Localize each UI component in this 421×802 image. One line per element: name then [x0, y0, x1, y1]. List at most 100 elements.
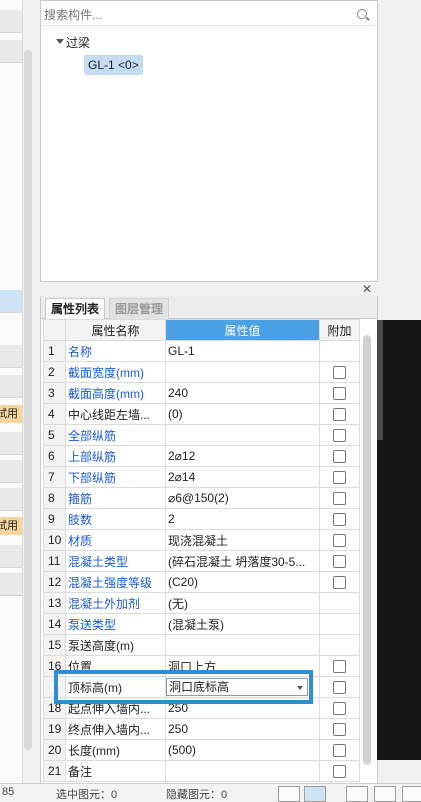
table-row[interactable]: 15 泵送高度(m): [43, 634, 360, 656]
properties-scrollbar[interactable]: [363, 335, 371, 765]
tree-root-lintel[interactable]: 过梁: [66, 34, 90, 51]
left-button-9[interactable]: [0, 573, 22, 596]
table-row[interactable]: 9 肢数 2: [43, 508, 360, 530]
row-add-checkbox-cell[interactable]: [319, 382, 360, 404]
search-icon[interactable]: [357, 9, 367, 19]
add-checkbox[interactable]: [333, 555, 346, 569]
add-checkbox[interactable]: [333, 513, 346, 527]
add-checkbox[interactable]: [333, 702, 346, 716]
row-add-checkbox-cell[interactable]: [319, 676, 360, 698]
add-checkbox[interactable]: [333, 534, 346, 548]
left-button-5[interactable]: [0, 432, 22, 455]
row-attr-value[interactable]: ⌀6@150(2): [165, 487, 320, 509]
add-checkbox[interactable]: [333, 660, 346, 674]
left-button-1[interactable]: [0, 10, 22, 33]
add-checkbox[interactable]: [333, 387, 346, 401]
row-add-checkbox-cell[interactable]: [319, 634, 360, 656]
row-add-checkbox-cell[interactable]: [319, 655, 360, 677]
row-add-checkbox-cell[interactable]: [319, 718, 360, 740]
add-checkbox[interactable]: [333, 765, 346, 779]
row-attr-value[interactable]: [165, 361, 320, 383]
table-row[interactable]: 4 中心线距左墙... (0): [43, 403, 360, 425]
table-row[interactable]: 12 混凝土强度等级 (C20): [43, 571, 360, 593]
row-attr-value[interactable]: (C20): [165, 571, 320, 593]
row-add-checkbox-cell[interactable]: [319, 529, 360, 551]
table-row[interactable]: 8 箍筋 ⌀6@150(2): [43, 487, 360, 509]
table-row[interactable]: 10 材质 现浇混凝土: [43, 529, 360, 551]
row-attr-value[interactable]: (无): [165, 592, 320, 614]
status-button-2[interactable]: [304, 786, 326, 802]
row-add-checkbox-cell[interactable]: [319, 466, 360, 488]
left-button-8[interactable]: [0, 545, 22, 568]
left-button-3[interactable]: [0, 345, 22, 368]
row-attr-value[interactable]: 240: [165, 382, 320, 404]
row-attr-value[interactable]: (500): [165, 739, 320, 761]
table-row[interactable]: 14 泵送类型 (混凝土泵): [43, 613, 360, 635]
add-checkbox[interactable]: [333, 366, 346, 380]
add-checkbox[interactable]: [333, 450, 346, 464]
left-button-6[interactable]: [0, 460, 22, 483]
table-row[interactable]: 7 下部纵筋 2⌀14: [43, 466, 360, 488]
row-attr-value[interactable]: 现浇混凝土: [165, 529, 320, 551]
status-button-5[interactable]: [402, 786, 421, 802]
row-add-checkbox-cell[interactable]: [319, 571, 360, 593]
close-icon[interactable]: ✕: [362, 282, 372, 296]
table-row[interactable]: 6 上部纵筋 2⌀12: [43, 445, 360, 467]
row-attr-value[interactable]: 2⌀14: [165, 466, 320, 488]
table-row[interactable]: 5 全部纵筋: [43, 424, 360, 446]
row-attr-value[interactable]: (碎石混凝土 坍落度30-5...: [165, 550, 320, 572]
search-input[interactable]: [44, 7, 344, 23]
table-row[interactable]: 3 截面高度(mm) 240: [43, 382, 360, 404]
table-row[interactable]: 2 截面宽度(mm): [43, 361, 360, 383]
add-checkbox[interactable]: [333, 576, 346, 590]
left-button-7[interactable]: [0, 488, 22, 511]
tab-layer-manage[interactable]: 图层管理: [109, 298, 170, 320]
row-attr-value[interactable]: 2⌀12: [165, 445, 320, 467]
row-attr-value[interactable]: [165, 760, 320, 782]
add-checkbox[interactable]: [333, 492, 346, 506]
drawing-area[interactable]: [377, 320, 421, 760]
row-add-checkbox-cell[interactable]: [319, 340, 360, 362]
row-attr-value[interactable]: [165, 424, 320, 446]
row-add-checkbox-cell[interactable]: [319, 445, 360, 467]
table-row[interactable]: 11 混凝土类型 (碎石混凝土 坍落度30-5...: [43, 550, 360, 572]
row-attr-value[interactable]: 2: [165, 508, 320, 530]
add-checkbox[interactable]: [333, 408, 346, 422]
add-checkbox[interactable]: [333, 744, 346, 758]
row-add-checkbox-cell[interactable]: [319, 592, 360, 614]
tab-attribute-list[interactable]: 属性列表: [45, 298, 106, 320]
row-attr-value[interactable]: (0): [165, 403, 320, 425]
left-scrollbar[interactable]: [24, 50, 32, 750]
row-add-checkbox-cell[interactable]: [319, 697, 360, 719]
row-attr-value[interactable]: GL-1: [165, 340, 320, 362]
row-add-checkbox-cell[interactable]: [319, 550, 360, 572]
left-button-4[interactable]: [0, 375, 22, 398]
add-checkbox[interactable]: [333, 471, 346, 485]
row-add-checkbox-cell[interactable]: [319, 613, 360, 635]
left-button-2[interactable]: [0, 40, 22, 63]
table-row[interactable]: 19 终点伸入墙内... 250: [43, 718, 360, 740]
add-checkbox[interactable]: [333, 681, 346, 695]
table-row[interactable]: 1 名称 GL-1: [43, 340, 360, 362]
row-add-checkbox-cell[interactable]: [319, 739, 360, 761]
status-button-4[interactable]: [374, 786, 396, 802]
add-checkbox[interactable]: [333, 723, 346, 737]
row-add-checkbox-cell[interactable]: [319, 760, 360, 782]
status-button-1[interactable]: [278, 786, 300, 802]
left-button-active[interactable]: [0, 290, 22, 313]
row-add-checkbox-cell[interactable]: [319, 508, 360, 530]
row-add-checkbox-cell[interactable]: [319, 403, 360, 425]
row-attr-value[interactable]: [165, 634, 320, 656]
tree-item-gl1[interactable]: GL-1 <0>: [84, 55, 143, 75]
row-add-checkbox-cell[interactable]: [319, 424, 360, 446]
row-add-checkbox-cell[interactable]: [319, 361, 360, 383]
table-row[interactable]: 21 备注: [43, 760, 360, 782]
row-attr-value[interactable]: 250: [165, 718, 320, 740]
status-button-3[interactable]: [346, 786, 368, 802]
table-row[interactable]: 20 长度(mm) (500): [43, 739, 360, 761]
row-add-checkbox-cell[interactable]: [319, 487, 360, 509]
table-row[interactable]: 13 混凝土外加剂 (无): [43, 592, 360, 614]
tree-expand-arrow-icon[interactable]: [56, 39, 64, 44]
row-attr-value[interactable]: (混凝土泵): [165, 613, 320, 635]
add-checkbox[interactable]: [333, 429, 346, 443]
